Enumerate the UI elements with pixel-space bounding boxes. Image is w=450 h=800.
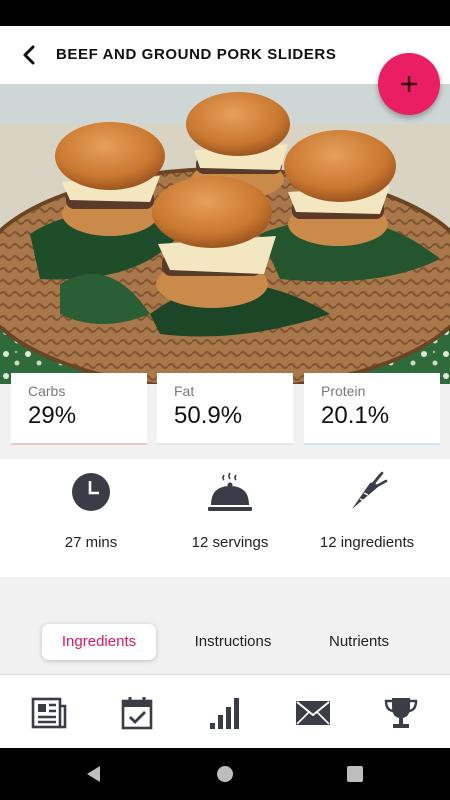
macro-card-protein: Protein 20.1% [304,373,440,445]
info-time: 27 mins [16,459,166,577]
add-button[interactable] [378,53,440,115]
newspaper-icon [31,697,67,729]
macro-value: 20.1% [321,402,390,429]
bottom-navigation [0,674,450,748]
macro-label: Protein [321,383,366,399]
trophy-icon [384,698,418,728]
tab-ingredients[interactable]: Ingredients [42,624,156,660]
macro-accent-bar [304,443,440,445]
macro-card-fat: Fat 50.9% [157,373,293,445]
macro-card-carbs: Carbs 29% [11,373,147,445]
macro-value: 29% [28,402,77,429]
status-bar [0,0,450,26]
info-label: 12 servings [191,534,269,551]
back-button[interactable] [12,40,48,70]
macro-label: Fat [174,383,195,399]
system-home-icon[interactable] [215,764,235,784]
tab-nutrients[interactable]: Nutrients [306,624,412,660]
back-arrow-icon [23,45,35,65]
carrot-icon [352,471,388,509]
calendar-check-icon [121,697,153,730]
macro-accent-bar [11,443,147,445]
tab-instructions[interactable]: Instructions [176,624,290,660]
screen: BEEF AND GROUND PORK SLIDERS Carbs 29% F… [0,0,450,800]
mail-icon [296,701,330,725]
info-servings: 12 servings [155,459,305,577]
info-label: 12 ingredients [319,534,415,551]
plus-icon [401,76,417,92]
info-label: 27 mins [64,534,118,551]
page-title: BEEF AND GROUND PORK SLIDERS [56,46,337,63]
nav-mail-button[interactable] [291,691,335,735]
nav-trophy-button[interactable] [379,691,423,735]
info-ingredients: 12 ingredients [292,459,442,577]
recipe-info: 27 mins 12 servings 12 ingredients [0,459,450,577]
macro-summary: Carbs 29% Fat 50.9% Protein 20.1% [0,373,450,445]
system-back-icon[interactable] [84,764,104,784]
macro-label: Carbs [28,383,66,399]
bar-chart-icon [210,698,239,729]
recipe-tabs: Ingredients Instructions Nutrients [0,624,450,660]
nav-calendar-button[interactable] [115,691,159,735]
macro-accent-bar [157,443,293,445]
macro-value: 50.9% [174,402,243,429]
system-recents-icon[interactable] [345,764,365,784]
clock-icon [72,473,110,511]
nav-stats-button[interactable] [203,691,247,735]
recipe-photo [0,84,450,384]
system-navigation-bar [0,748,450,800]
serving-cloche-icon [208,472,252,511]
nav-news-button[interactable] [27,691,71,735]
